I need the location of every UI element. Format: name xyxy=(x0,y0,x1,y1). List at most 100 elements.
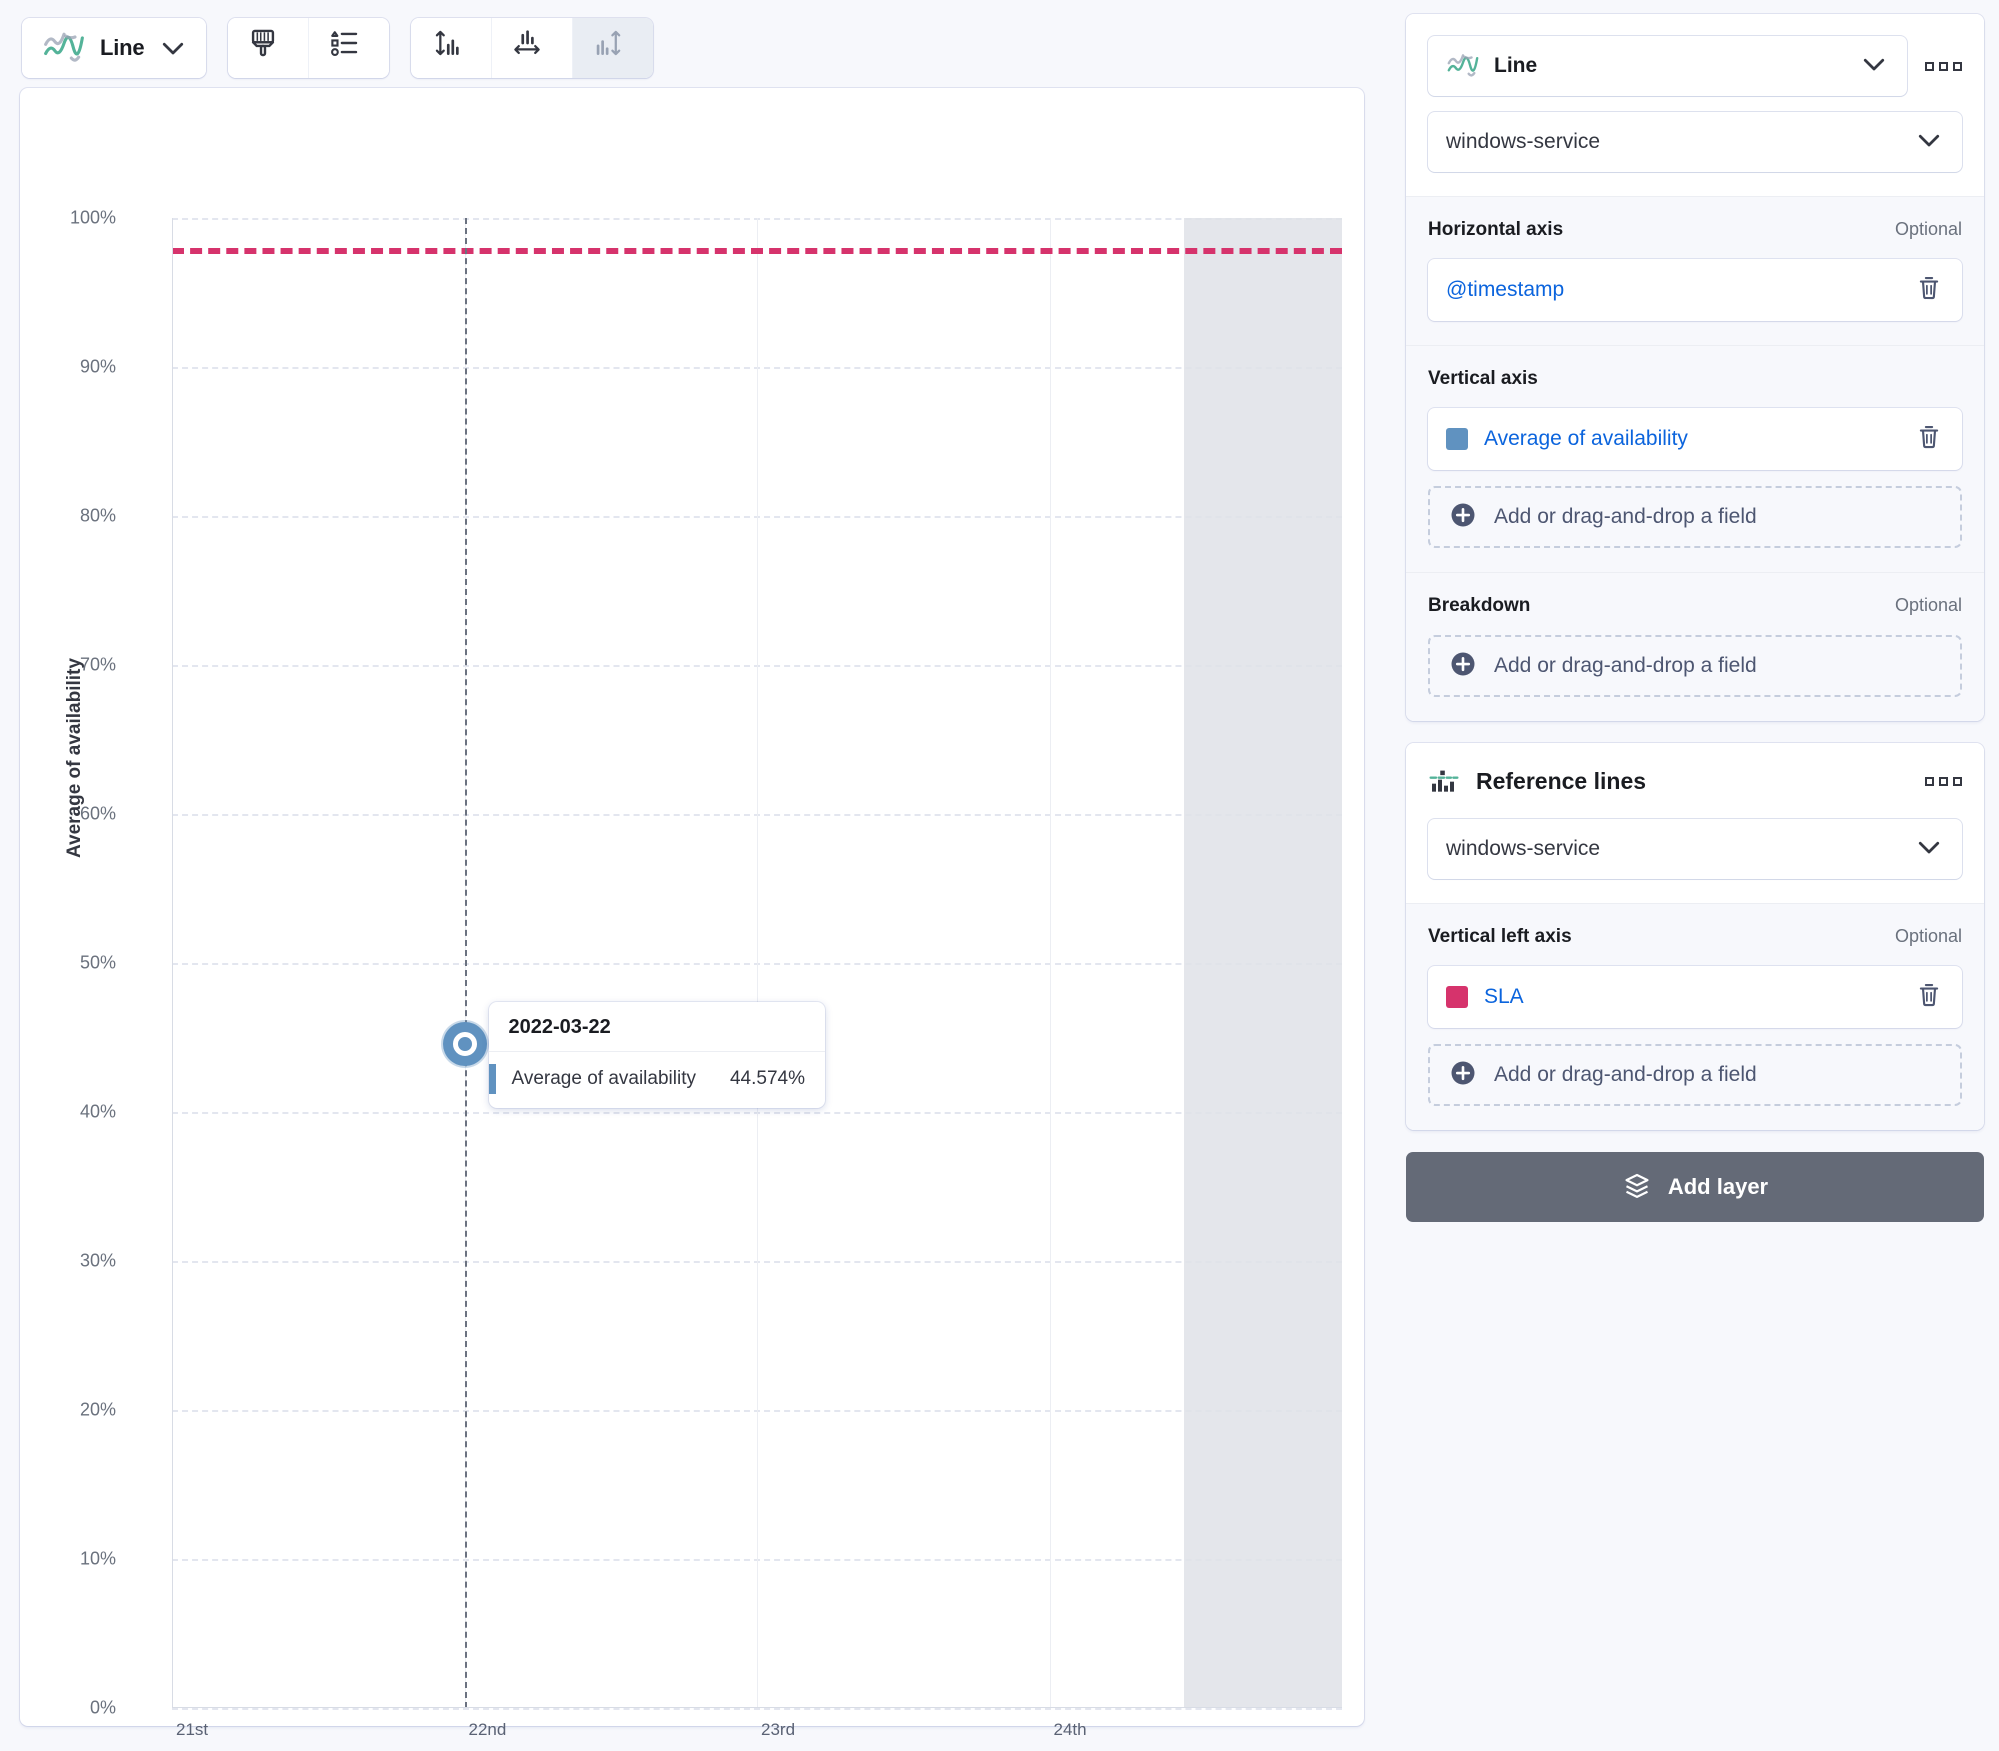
reference-lines-dataset-select[interactable]: windows-service xyxy=(1428,819,1962,879)
horizontal-bars-icon xyxy=(510,26,554,70)
vertical-axis-header: Vertical axis xyxy=(1428,368,1962,390)
plot-area[interactable]: 2022-03-22 Average of availability 44.57… xyxy=(172,218,1342,1710)
reference-lines-more-options-icon[interactable] xyxy=(1925,776,1962,786)
breakdown-title: Breakdown xyxy=(1428,595,1531,616)
y-axis-tick-label: 60% xyxy=(79,803,116,824)
breakdown-section: Breakdown Optional Add or drag-and-drop … xyxy=(1406,572,1984,721)
y-axis-tick-label: 40% xyxy=(79,1101,116,1122)
rotated-orientation-button[interactable] xyxy=(573,18,654,78)
vertical-axis-dropzone-label: Add or drag-and-drop a field xyxy=(1494,505,1757,528)
chevron-down-icon xyxy=(158,33,188,63)
plot-baseline xyxy=(172,1707,1342,1708)
style-group xyxy=(228,18,390,78)
y-axis-tick-label: 80% xyxy=(79,505,116,526)
trash-icon[interactable] xyxy=(1914,980,1944,1015)
vertical-axis-dropzone[interactable]: Add or drag-and-drop a field xyxy=(1428,486,1962,548)
horizontal-axis-optional: Optional xyxy=(1894,219,1962,239)
reference-lines-dataset-label: windows-service xyxy=(1446,837,1601,860)
x-axis-tick-label: 24th xyxy=(1053,1720,1087,1739)
cursor-line xyxy=(464,218,467,1708)
horizontal-axis-header: Horizontal axis Optional xyxy=(1428,219,1962,241)
data-point-tooltip: 2022-03-22 Average of availability 44.57… xyxy=(488,1001,826,1108)
add-circle-icon xyxy=(1448,500,1478,535)
y-axis-tick-label: 0% xyxy=(89,1697,116,1718)
x-axis-tick-label: 23rd xyxy=(761,1720,796,1739)
line-chart-icon xyxy=(1446,49,1480,83)
tooltip-metric-label: Average of availability xyxy=(511,1067,696,1089)
reference-lines-icon xyxy=(1428,765,1460,797)
reference-lines-header: Reference lines xyxy=(1428,765,1962,797)
vertical-left-axis-section: Vertical left axis Optional SLA Add or d… xyxy=(1406,903,1984,1130)
vertical-left-axis-field-label: SLA xyxy=(1484,985,1524,1008)
partial-bucket-shading xyxy=(1184,218,1342,1708)
line-chart-icon xyxy=(42,26,86,70)
reference-lines-title: Reference lines xyxy=(1476,767,1647,794)
vertical-left-axis-header: Vertical left axis Optional xyxy=(1428,926,1962,948)
horizontal-axis-section: Horizontal axis Optional @timestamp xyxy=(1406,196,1984,345)
chart-type-row: Line xyxy=(1428,36,1962,96)
vertical-orientation-button[interactable] xyxy=(411,18,493,78)
legend-button[interactable] xyxy=(309,18,390,78)
horizontal-orientation-button[interactable] xyxy=(492,18,574,78)
rotated-bars-icon xyxy=(591,26,635,70)
x-axis-tick-label: 22nd xyxy=(468,1720,507,1739)
chart-type-selector[interactable]: Line xyxy=(22,18,207,78)
sla-reference-line xyxy=(172,247,1342,254)
x-axis-tick-label: 21stMarch 2022 xyxy=(176,1720,266,1751)
dataset-label: windows-service xyxy=(1446,130,1601,153)
orientation-group xyxy=(411,18,654,78)
chevron-down-icon xyxy=(1914,832,1944,867)
grid-line xyxy=(172,1708,1342,1710)
add-circle-icon xyxy=(1448,1058,1478,1093)
add-circle-icon xyxy=(1448,649,1478,684)
vertical-axis-field-label: Average of availability xyxy=(1484,427,1688,450)
chart-type-group: Line xyxy=(22,18,207,78)
chart-workspace: Line Average of availability 0% 10% 20% … xyxy=(0,0,1390,1751)
vertical-left-axis-field[interactable]: SLA xyxy=(1428,966,1962,1028)
tooltip-metric-value: 44.574% xyxy=(729,1067,805,1089)
tooltip-row: Average of availability 44.574% xyxy=(488,1052,826,1108)
visualization-more-options-icon[interactable] xyxy=(1925,61,1962,71)
plot-wrapper: Average of availability 0% 10% 20% 30% 40% 50… xyxy=(20,88,1364,1751)
marker-core xyxy=(460,1039,469,1048)
data-point-marker[interactable] xyxy=(442,1021,487,1066)
y-axis-tick-label: 10% xyxy=(79,1548,116,1569)
horizontal-axis-field[interactable]: @timestamp xyxy=(1428,259,1962,321)
chevron-down-icon xyxy=(1859,49,1889,84)
vertical-axis-field[interactable]: Average of availability xyxy=(1428,408,1962,470)
chart-panel: Average of availability 0% 10% 20% 30% 40% 50… xyxy=(20,88,1364,1751)
trash-icon[interactable] xyxy=(1914,422,1944,457)
breakdown-optional: Optional xyxy=(1894,595,1962,615)
vertical-left-axis-optional: Optional xyxy=(1894,926,1962,946)
breakdown-dropzone-label: Add or drag-and-drop a field xyxy=(1494,654,1757,677)
trash-icon[interactable] xyxy=(1914,273,1944,308)
panel-chart-type-label: Line xyxy=(1494,54,1538,77)
legend-list-icon xyxy=(327,26,371,70)
layers-icon xyxy=(1622,1171,1652,1204)
chart-type-label: Line xyxy=(100,35,145,60)
plot-left-axis-line xyxy=(172,218,173,1708)
vertical-grid-line xyxy=(1049,218,1051,1708)
vertical-left-axis-title: Vertical left axis xyxy=(1428,926,1572,947)
y-axis-tick-label: 50% xyxy=(79,952,116,973)
add-layer-button[interactable]: Add layer xyxy=(1406,1152,1984,1222)
chart-toolbar: Line xyxy=(0,0,1390,96)
horizontal-axis-title: Horizontal axis xyxy=(1428,219,1564,240)
reference-lines-card-header: Reference lines windows-service xyxy=(1406,743,1984,903)
vertical-axis-color-swatch xyxy=(1446,428,1468,450)
dataset-select[interactable]: windows-service xyxy=(1428,112,1962,172)
vertical-axis-section: Vertical axis Average of availability Ad… xyxy=(1406,345,1984,572)
paintbrush-icon xyxy=(246,26,290,70)
y-axis-tick-label: 70% xyxy=(79,654,116,675)
y-axis-tick-label: 90% xyxy=(79,356,116,377)
reference-lines-card: Reference lines windows-service Vertical… xyxy=(1406,743,1984,1130)
breakdown-dropzone[interactable]: Add or drag-and-drop a field xyxy=(1428,635,1962,697)
add-layer-label: Add layer xyxy=(1667,1174,1769,1199)
marker-ring xyxy=(452,1031,477,1056)
vertical-left-axis-dropzone[interactable]: Add or drag-and-drop a field xyxy=(1428,1044,1962,1106)
appearance-button[interactable] xyxy=(228,18,310,78)
vertical-grid-line xyxy=(757,218,758,1708)
panel-chart-type-select[interactable]: Line xyxy=(1428,36,1907,96)
horizontal-axis-field-label: @timestamp xyxy=(1446,278,1565,301)
y-axis-tick-label: 100% xyxy=(69,207,116,228)
